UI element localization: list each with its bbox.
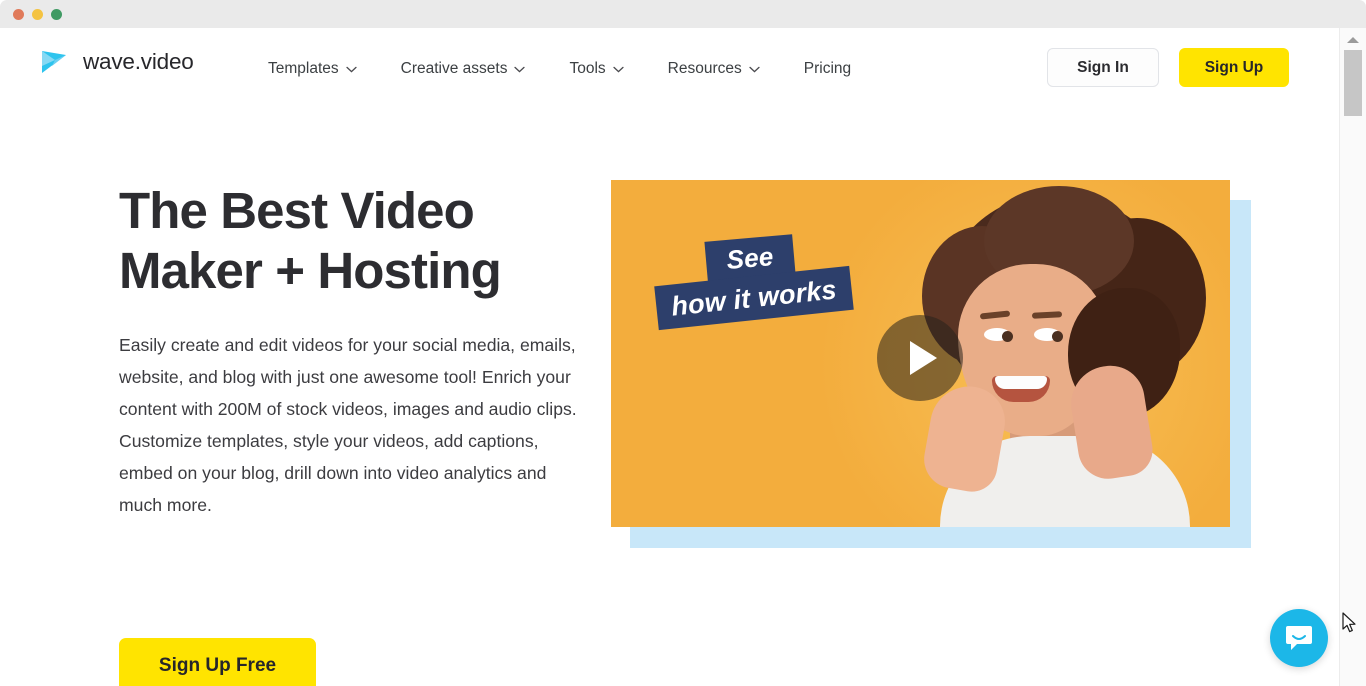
- nav-label: Creative assets: [400, 60, 508, 77]
- chevron-down-icon: [749, 66, 760, 72]
- vertical-scrollbar[interactable]: [1339, 28, 1366, 686]
- scrollbar-thumb[interactable]: [1344, 50, 1362, 116]
- chevron-down-icon: [613, 66, 624, 72]
- chat-bubble-icon: [1286, 626, 1312, 650]
- hero-video-thumbnail[interactable]: See how it works: [611, 180, 1230, 527]
- nav-label: Pricing: [803, 60, 852, 77]
- play-button[interactable]: [877, 315, 963, 401]
- hero-copy: The Best Video Maker + Hosting Easily cr…: [119, 181, 589, 521]
- browser-viewport: wave.video Templates Creative assets Too…: [0, 28, 1366, 686]
- main-navigation: Templates Creative assets Tools Resource…: [268, 54, 851, 84]
- sign-up-free-button[interactable]: Sign Up Free: [119, 638, 316, 686]
- play-triangle-logo-icon: [42, 51, 66, 73]
- sign-up-button[interactable]: Sign Up: [1179, 48, 1289, 87]
- chat-widget-button[interactable]: [1270, 609, 1328, 667]
- nav-item-templates[interactable]: Templates: [268, 54, 379, 84]
- chevron-down-icon: [514, 66, 526, 72]
- window-title-bar: [0, 0, 1366, 28]
- nav-item-creative-assets[interactable]: Creative assets: [401, 54, 548, 84]
- window-controls: [13, 9, 62, 20]
- nav-item-resources[interactable]: Resources: [668, 54, 782, 84]
- close-window-button[interactable]: [13, 9, 24, 20]
- minimize-window-button[interactable]: [32, 9, 43, 20]
- scroll-up-arrow-icon[interactable]: [1347, 37, 1359, 43]
- page-title: The Best Video Maker + Hosting: [119, 182, 502, 299]
- nav-label: Resources: [667, 60, 742, 77]
- nav-label: Templates: [268, 60, 339, 77]
- site-logo[interactable]: wave.video: [38, 46, 194, 78]
- nav-item-pricing[interactable]: Pricing: [804, 54, 851, 84]
- hero-description: Easily create and edit videos for your s…: [119, 335, 577, 515]
- sign-in-button[interactable]: Sign In: [1047, 48, 1159, 87]
- logo-text: wave.video: [83, 49, 194, 74]
- zoom-window-button[interactable]: [51, 9, 62, 20]
- nav-item-tools[interactable]: Tools: [569, 54, 645, 84]
- chevron-down-icon: [346, 66, 357, 72]
- hero-video-section: See how it works: [611, 180, 1251, 552]
- site-header: wave.video Templates Creative assets Too…: [0, 28, 1340, 110]
- play-icon: [910, 341, 937, 375]
- nav-label: Tools: [569, 60, 606, 77]
- auth-buttons: Sign In Sign Up: [1047, 48, 1289, 87]
